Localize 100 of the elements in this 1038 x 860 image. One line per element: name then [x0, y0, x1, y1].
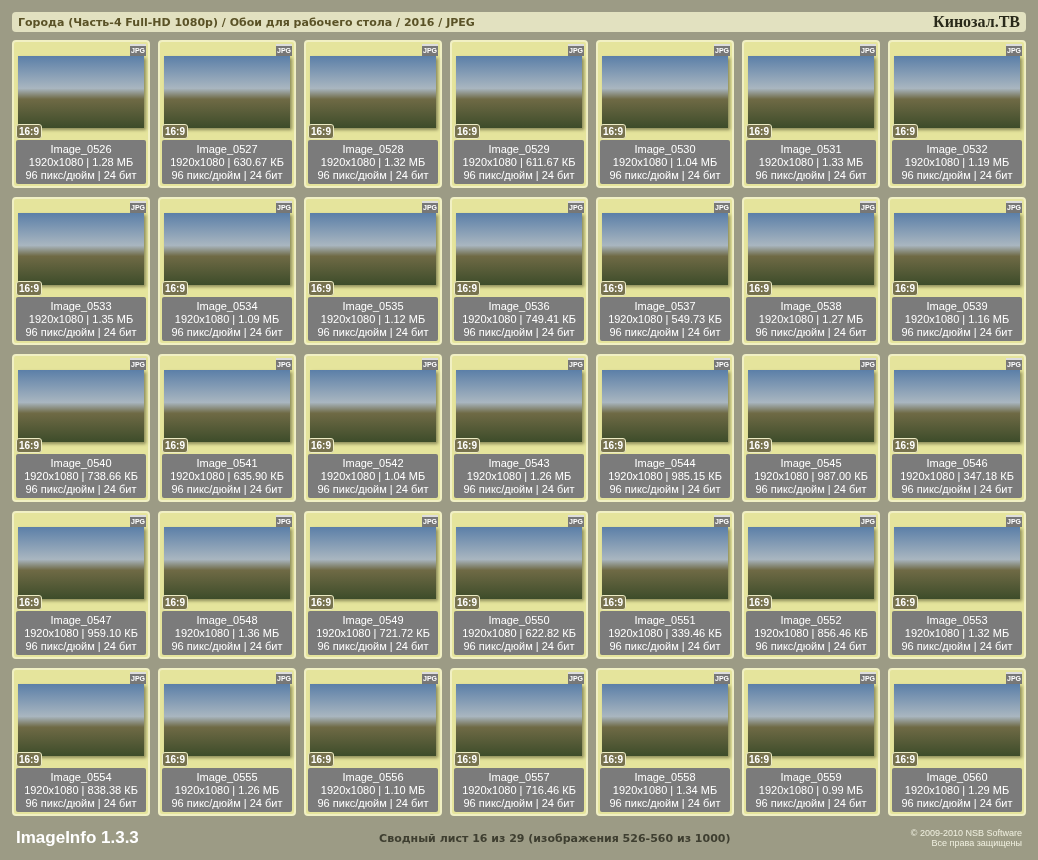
size-text: 1920x1080 | 1.36 МБ: [174, 626, 280, 640]
resolution-text: 96 пикс/дюйм | 24 бит: [901, 796, 1013, 810]
size-text: 1920x1080 | 1.19 МБ: [904, 155, 1010, 169]
size-text: 1920x1080 | 1.35 МБ: [28, 312, 134, 326]
size-text: 1920x1080 | 622.82 КБ: [462, 626, 576, 640]
size-text: 1920x1080 | 749.41 КБ: [462, 312, 576, 326]
file-name: Image_0548: [196, 613, 258, 627]
file-name: Image_0554: [50, 770, 112, 784]
size-text: 1920x1080 | 987.00 КБ: [754, 469, 868, 483]
sheet-summary: Сводный лист 16 из 29 (изображения 526-560 из 1000): [379, 831, 731, 845]
resolution-text: 96 пикс/дюйм | 24 бит: [317, 168, 429, 182]
file-name: Image_0534: [196, 299, 258, 313]
resolution-text: 96 пикс/дюйм | 24 бит: [25, 639, 137, 653]
resolution-text: 96 пикс/дюйм | 24 бит: [609, 482, 721, 496]
size-text: 1920x1080 | 347.18 КБ: [900, 469, 1014, 483]
file-name: Image_0556: [342, 770, 404, 784]
size-text: 1920x1080 | 339.46 КБ: [608, 626, 722, 640]
resolution-text: 96 пикс/дюйм | 24 бит: [25, 482, 137, 496]
file-name: Image_0528: [342, 142, 404, 156]
size-text: 1920x1080 | 959.10 КБ: [24, 626, 138, 640]
rights-text: Все права защищены: [931, 838, 1022, 848]
resolution-text: 96 пикс/дюйм | 24 бит: [463, 482, 575, 496]
size-text: 1920x1080 | 1.04 МБ: [320, 469, 426, 483]
file-name: Image_0541: [196, 456, 258, 470]
file-name: Image_0546: [926, 456, 988, 470]
file-name: Image_0527: [196, 142, 258, 156]
file-name: Image_0535: [342, 299, 404, 313]
resolution-text: 96 пикс/дюйм | 24 бит: [755, 639, 867, 653]
size-text: 1920x1080 | 1.04 МБ: [612, 155, 718, 169]
file-name: Image_0545: [780, 456, 842, 470]
resolution-text: 96 пикс/дюйм | 24 бит: [463, 168, 575, 182]
file-name: Image_0559: [780, 770, 842, 784]
file-name: Image_0551: [634, 613, 696, 627]
resolution-text: 96 пикс/дюйм | 24 бит: [463, 639, 575, 653]
file-name: Image_0543: [488, 456, 550, 470]
site-name: Кинозал.ТВ: [933, 13, 1020, 31]
resolution-text: 96 пикс/дюйм | 24 бит: [609, 796, 721, 810]
resolution-text: 96 пикс/дюйм | 24 бит: [463, 796, 575, 810]
size-text: 1920x1080 | 1.32 МБ: [320, 155, 426, 169]
resolution-text: 96 пикс/дюйм | 24 бит: [901, 325, 1013, 339]
size-text: 1920x1080 | 1.26 МБ: [466, 469, 572, 483]
copyright-text: © 2009-2010 NSB Software: [910, 828, 1022, 838]
resolution-text: 96 пикс/дюйм | 24 бит: [609, 639, 721, 653]
file-name: Image_0550: [488, 613, 550, 627]
resolution-text: 96 пикс/дюйм | 24 бит: [171, 639, 283, 653]
size-text: 1920x1080 | 1.12 МБ: [320, 312, 426, 326]
file-name: Image_0536: [488, 299, 550, 313]
size-text: 1920x1080 | 738.66 КБ: [24, 469, 138, 483]
size-text: 1920x1080 | 838.38 КБ: [24, 783, 138, 797]
resolution-text: 96 пикс/дюйм | 24 бит: [25, 325, 137, 339]
resolution-text: 96 пикс/дюйм | 24 бит: [317, 796, 429, 810]
file-name: Image_0553: [926, 613, 988, 627]
file-name: Image_0537: [634, 299, 696, 313]
file-name: Image_0529: [488, 142, 550, 156]
size-text: 1920x1080 | 1.28 МБ: [28, 155, 134, 169]
file-name: Image_0533: [50, 299, 112, 313]
file-name: Image_0530: [634, 142, 696, 156]
file-name: Image_0558: [634, 770, 696, 784]
file-name: Image_0531: [780, 142, 842, 156]
size-text: 1920x1080 | 630.67 КБ: [170, 155, 284, 169]
resolution-text: 96 пикс/дюйм | 24 бит: [317, 482, 429, 496]
resolution-text: 96 пикс/дюйм | 24 бит: [171, 168, 283, 182]
resolution-text: 96 пикс/дюйм | 24 бит: [755, 796, 867, 810]
file-name: Image_0542: [342, 456, 404, 470]
file-name: Image_0538: [780, 299, 842, 313]
file-name: Image_0532: [926, 142, 988, 156]
size-text: 1920x1080 | 611.67 КБ: [462, 155, 576, 169]
size-text: 1920x1080 | 1.33 МБ: [758, 155, 864, 169]
resolution-text: 96 пикс/дюйм | 24 бит: [609, 168, 721, 182]
file-name: Image_0552: [780, 613, 842, 627]
file-name: Image_0547: [50, 613, 112, 627]
file-name: Image_0526: [50, 142, 112, 156]
size-text: 1920x1080 | 549.73 КБ: [608, 312, 722, 326]
file-name: Image_0560: [926, 770, 988, 784]
resolution-text: 96 пикс/дюйм | 24 бит: [609, 325, 721, 339]
resolution-text: 96 пикс/дюйм | 24 бит: [901, 168, 1013, 182]
size-text: 1920x1080 | 1.10 МБ: [320, 783, 426, 797]
resolution-text: 96 пикс/дюйм | 24 бит: [901, 639, 1013, 653]
resolution-text: 96 пикс/дюйм | 24 бит: [755, 325, 867, 339]
resolution-text: 96 пикс/дюйм | 24 бит: [171, 325, 283, 339]
size-text: 1920x1080 | 716.46 КБ: [462, 783, 576, 797]
size-text: 1920x1080 | 1.34 МБ: [612, 783, 718, 797]
resolution-text: 96 пикс/дюйм | 24 бит: [25, 796, 137, 810]
resolution-text: 96 пикс/дюйм | 24 бит: [317, 639, 429, 653]
file-name: Image_0540: [50, 456, 112, 470]
resolution-text: 96 пикс/дюйм | 24 бит: [755, 482, 867, 496]
file-name: Image_0544: [634, 456, 696, 470]
sheet-title: Города (Часть-4 Full-HD 1080p) / Обои для рабочего стола / 2016 / JPEG: [18, 15, 475, 29]
resolution-text: 96 пикс/дюйм | 24 бит: [463, 325, 575, 339]
file-name: Image_0549: [342, 613, 404, 627]
size-text: 1920x1080 | 1.26 МБ: [174, 783, 280, 797]
resolution-text: 96 пикс/дюйм | 24 бит: [755, 168, 867, 182]
resolution-text: 96 пикс/дюйм | 24 бит: [171, 796, 283, 810]
resolution-text: 96 пикс/дюйм | 24 бит: [171, 482, 283, 496]
file-name: Image_0555: [196, 770, 258, 784]
size-text: 1920x1080 | 1.16 МБ: [904, 312, 1010, 326]
resolution-text: 96 пикс/дюйм | 24 бит: [901, 482, 1013, 496]
size-text: 1920x1080 | 0.99 МБ: [758, 783, 864, 797]
file-name: Image_0539: [926, 299, 988, 313]
size-text: 1920x1080 | 635.90 КБ: [170, 469, 284, 483]
